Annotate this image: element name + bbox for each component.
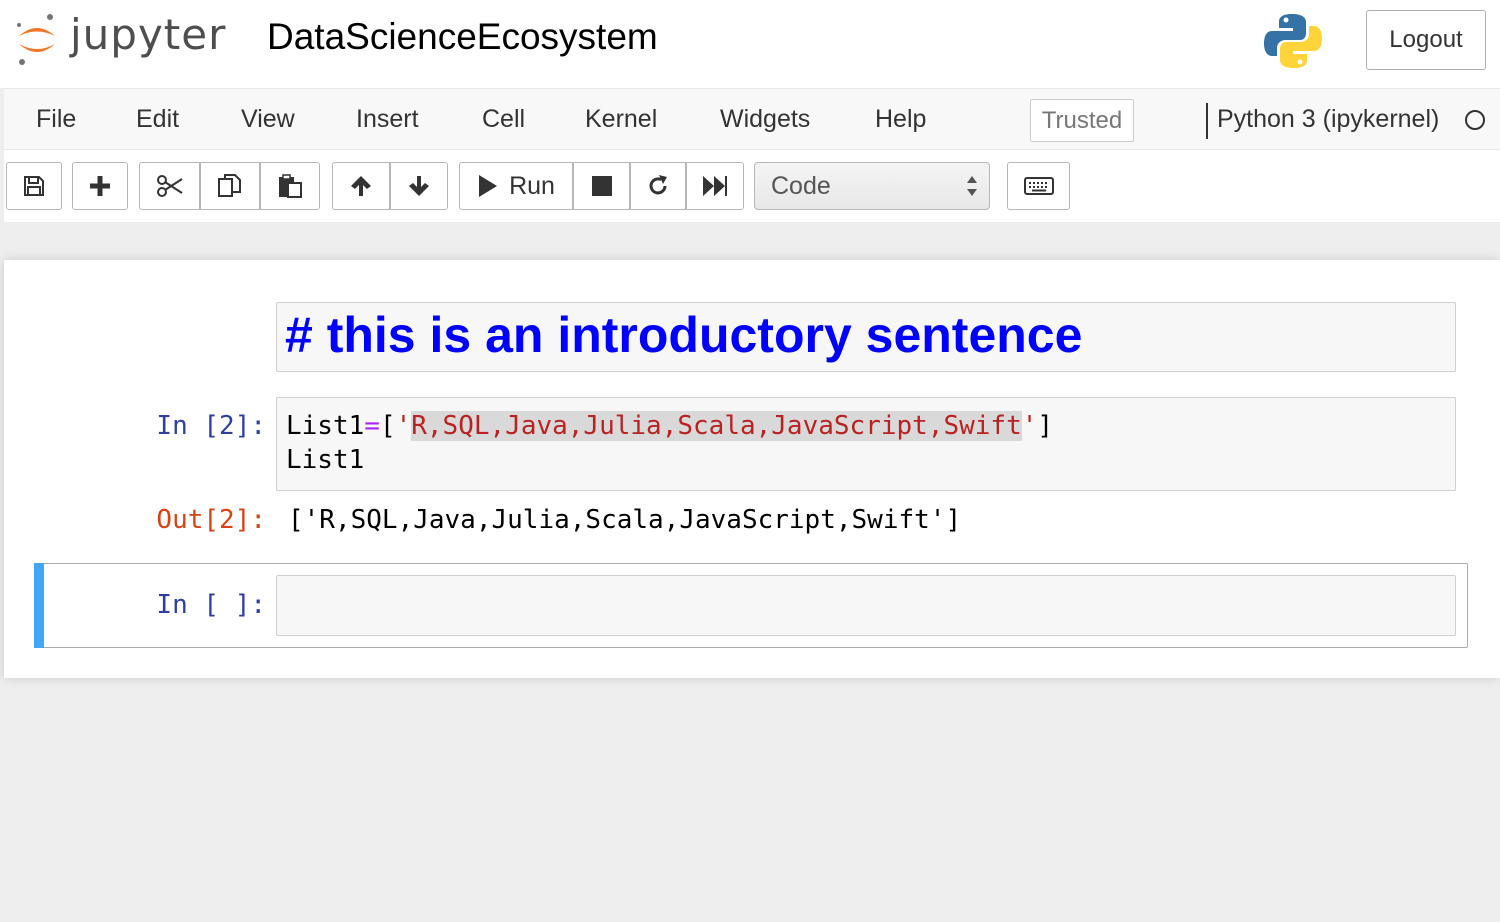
header: jupyter DataScienceEcosystem Logout [0, 0, 1500, 88]
code-token-string-selected: R,SQL,Java,Julia,Scala,JavaScript,Swift [411, 411, 1022, 441]
code-token-bracket: ] [1037, 411, 1054, 441]
code-line-1: List1=['R,SQL,Java,Julia,Scala,JavaScrip… [286, 409, 1053, 443]
select-arrows-icon [967, 176, 977, 196]
restart-icon [649, 175, 667, 195]
code-token-name: List1 [286, 411, 365, 441]
code-cell-input-empty[interactable] [276, 575, 1456, 636]
move-down-button[interactable] [390, 162, 448, 210]
run-all-button[interactable] [686, 162, 744, 210]
markdown-cell[interactable]: # this is an introductory sentence [276, 302, 1456, 372]
cut-icon [156, 175, 183, 197]
fast-forward-icon [703, 176, 727, 196]
keyboard-icon [1023, 177, 1054, 195]
menubar: File Edit View Insert Cell Kernel Widget… [4, 88, 1500, 150]
python-logo-icon [1264, 14, 1322, 68]
save-button[interactable] [6, 162, 62, 210]
kernel-divider [1206, 103, 1208, 139]
arrow-down-icon [409, 176, 429, 196]
save-icon [24, 176, 44, 196]
menu-insert[interactable]: Insert [356, 89, 419, 149]
move-up-button[interactable] [332, 162, 390, 210]
jupyter-wordmark[interactable]: jupyter [70, 10, 226, 60]
plus-icon [90, 176, 110, 196]
play-icon [479, 175, 498, 197]
menu-edit[interactable]: Edit [136, 89, 179, 149]
trusted-indicator[interactable]: Trusted [1030, 99, 1134, 142]
code-token-operator: = [364, 411, 380, 441]
menu-kernel[interactable]: Kernel [585, 89, 657, 149]
run-button[interactable]: Run [459, 162, 573, 210]
cell-type-select[interactable]: Code [754, 162, 990, 210]
paste-icon [279, 174, 302, 198]
cell-type-value: Code [771, 172, 831, 200]
restart-button[interactable] [630, 162, 686, 210]
copy-icon [218, 174, 241, 197]
code-token-quote: ' [1021, 411, 1038, 441]
code-cell-input[interactable]: List1=['R,SQL,Java,Julia,Scala,JavaScrip… [276, 397, 1456, 491]
code-token-quote: ' [395, 411, 412, 441]
selected-cell-indicator [34, 563, 44, 648]
toolbar: Run Code [4, 150, 1500, 222]
kernel-name[interactable]: Python 3 (ipykernel) [1217, 89, 1439, 149]
input-prompt: In [2]: [156, 411, 266, 441]
arrow-up-icon [351, 176, 371, 196]
cut-button[interactable] [139, 162, 200, 210]
notebook-title[interactable]: DataScienceEcosystem [267, 14, 658, 60]
code-line-2: List1 [286, 445, 365, 475]
copy-button[interactable] [200, 162, 260, 210]
markdown-cell-text[interactable]: # this is an introductory sentence [285, 307, 1082, 363]
output-prompt: Out[2]: [156, 505, 266, 535]
command-palette-button[interactable] [1007, 162, 1070, 210]
cell-output: ['R,SQL,Java,Julia,Scala,JavaScript,Swif… [288, 505, 962, 535]
stop-icon [591, 176, 612, 196]
logout-button[interactable]: Logout [1366, 10, 1486, 70]
paste-button[interactable] [260, 162, 320, 210]
menu-cell[interactable]: Cell [482, 89, 525, 149]
menu-file[interactable]: File [36, 89, 76, 149]
jupyter-logo-icon[interactable] [14, 10, 60, 66]
interrupt-button[interactable] [573, 162, 630, 210]
menu-widgets[interactable]: Widgets [720, 89, 810, 149]
code-token-bracket: [ [379, 411, 396, 441]
menu-help[interactable]: Help [875, 89, 926, 149]
run-label: Run [509, 171, 555, 200]
menu-view[interactable]: View [241, 89, 295, 149]
kernel-idle-circle-icon [1465, 110, 1485, 130]
input-prompt: In [ ]: [156, 590, 266, 620]
insert-cell-button[interactable] [72, 162, 128, 210]
